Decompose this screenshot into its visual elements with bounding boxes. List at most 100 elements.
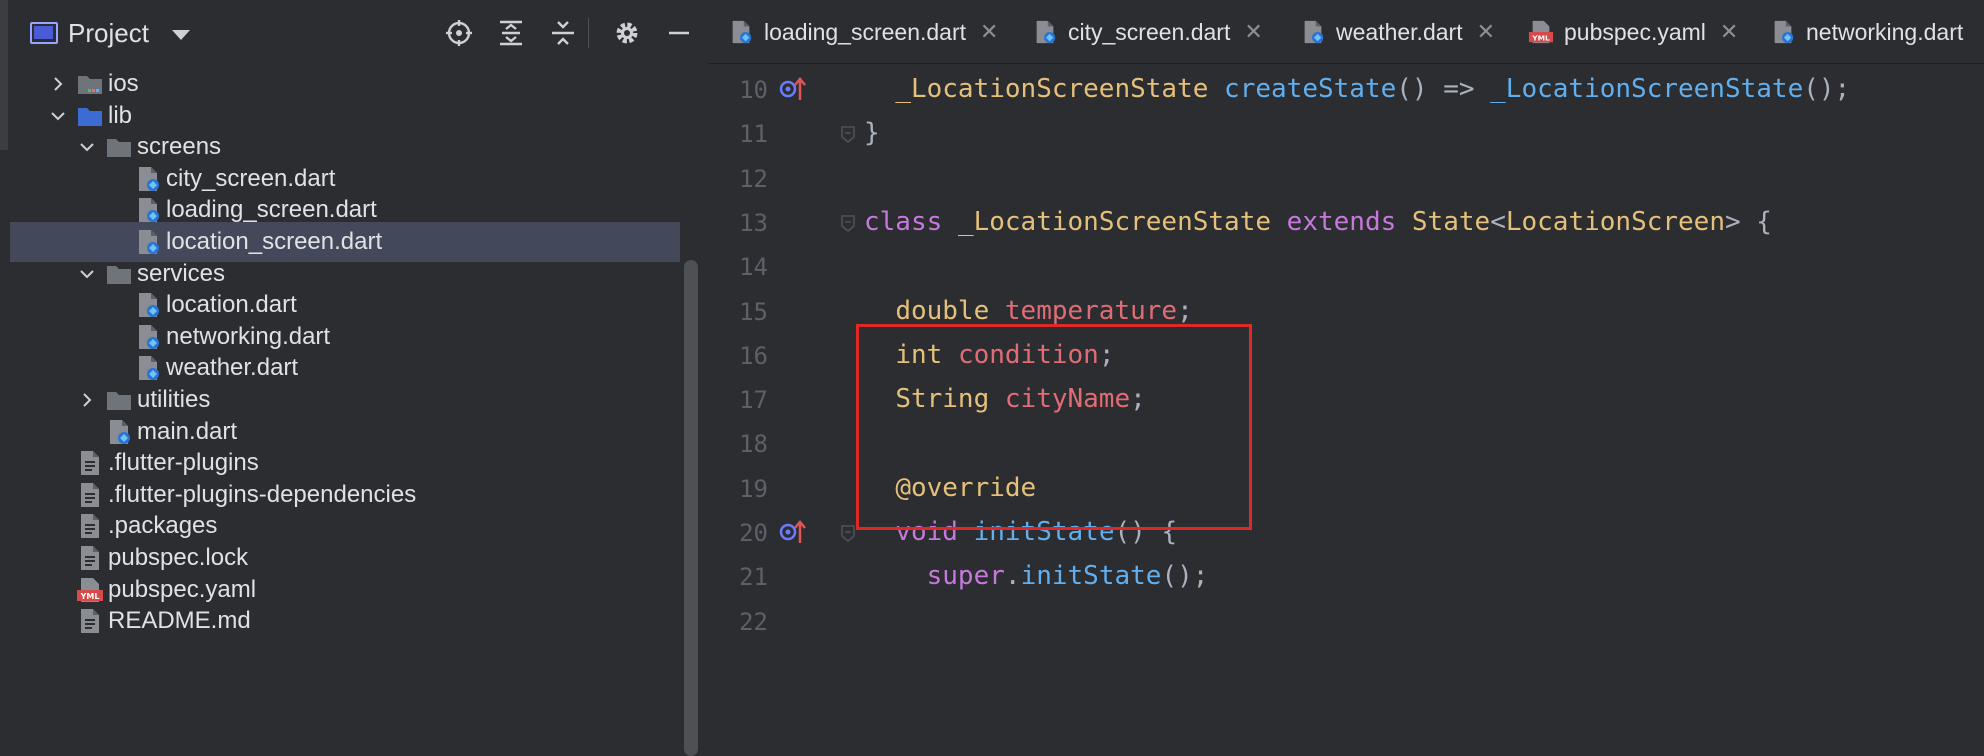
tree-item-label: main.dart — [137, 417, 238, 445]
text-file-icon — [76, 608, 104, 634]
tree-item-label: README.md — [108, 607, 251, 635]
code-line: double temperature; — [864, 295, 1192, 326]
editor-tab[interactable]: weather.dart ✕ — [1300, 0, 1495, 64]
svg-text:YML: YML — [80, 592, 100, 601]
fold-icon[interactable] — [840, 125, 856, 144]
expand-all-icon[interactable] — [494, 16, 528, 50]
code-token: } — [864, 118, 880, 149]
line-number: 10 — [739, 76, 768, 104]
code-line: class _LocationScreenState extends State… — [864, 207, 1772, 237]
line-number: 20 — [739, 519, 768, 547]
chevron-right-icon[interactable] — [79, 392, 95, 408]
tree-item-label: .flutter-plugins-dependencies — [108, 480, 417, 508]
code-token: () => — [1396, 74, 1491, 104]
dart-file-icon — [134, 355, 162, 381]
tab-label: networking.dart — [1806, 18, 1964, 45]
code-token: > { — [1725, 206, 1772, 237]
tree-item-label: .packages — [108, 512, 218, 540]
yaml-file-icon: YML — [76, 577, 104, 603]
tab-label: city_screen.dart — [1068, 18, 1231, 45]
override-marker-icon[interactable] — [778, 517, 808, 547]
tree-item-label: city_screen.dart — [166, 164, 336, 192]
editor-tab[interactable]: YML pubspec.yaml ✕ — [1528, 0, 1738, 64]
close-icon[interactable]: ✕ — [1720, 19, 1738, 45]
project-title[interactable]: Project — [68, 18, 149, 49]
dart-file-icon — [1032, 19, 1058, 45]
editor-gutter: 10 11 12 13 14 15 16 17 18 19 20 21 22 — [708, 64, 858, 756]
code-token: super — [926, 561, 1005, 592]
crosshair-icon[interactable] — [442, 16, 476, 50]
line-number: 21 — [739, 563, 768, 592]
chevron-right-icon[interactable] — [50, 76, 66, 92]
code-token: temperature — [1004, 295, 1178, 326]
override-marker-icon[interactable] — [778, 74, 808, 104]
code-token: extends — [1286, 206, 1397, 237]
code-token: createState — [1224, 74, 1397, 104]
tree-item-label: location_screen.dart — [166, 228, 383, 255]
minus-icon[interactable] — [662, 16, 696, 50]
code-token: LocationScreen — [1505, 206, 1725, 237]
dart-file-icon — [134, 197, 162, 223]
svg-text:YML: YML — [1531, 33, 1550, 42]
code-token: . — [1004, 561, 1021, 592]
text-file-icon — [76, 513, 104, 539]
tree-item-label: pubspec.lock — [108, 544, 249, 571]
line-number: 14 — [739, 253, 768, 282]
tree-item-label: .flutter-plugins — [108, 449, 259, 477]
editor-tab[interactable]: networking.dart — [1770, 0, 1963, 64]
chevron-down-icon[interactable] — [50, 108, 66, 124]
line-number: 22 — [739, 607, 768, 636]
ios-folder-icon — [76, 71, 104, 97]
code-token: initState — [1020, 561, 1162, 592]
project-tool-window: Project ios lib screens city_screen.dart loa… — [0, 0, 708, 756]
code-token: _LocationScreenState — [1490, 74, 1804, 104]
project-tree: ios lib screens city_screen.dart loading_scr… — [0, 66, 690, 756]
dart-file-icon — [134, 292, 162, 318]
chevron-down-icon[interactable] — [79, 139, 95, 155]
dart-file-icon — [134, 324, 162, 350]
tree-item-label: screens — [137, 133, 222, 161]
folder-icon — [105, 261, 133, 287]
tree-item-label: lib — [108, 101, 133, 129]
chevron-down-icon[interactable] — [172, 30, 190, 40]
editor-tab[interactable]: loading_screen.dart ✕ — [728, 0, 998, 64]
tree-item-label: networking.dart — [166, 322, 331, 350]
tab-label: pubspec.yaml — [1564, 18, 1706, 45]
dart-file-icon — [134, 166, 162, 192]
editor-tab[interactable]: city_screen.dart ✕ — [1032, 0, 1263, 64]
code-token: double — [895, 295, 990, 326]
toolbar-separator — [588, 18, 589, 48]
code-token: class — [864, 206, 943, 237]
tab-label: loading_screen.dart — [764, 18, 967, 45]
code-token: _LocationScreenState — [895, 74, 1209, 104]
dart-file-icon — [105, 419, 133, 445]
annotation-highlight-box — [856, 324, 1252, 530]
chevron-down-icon[interactable] — [79, 266, 95, 282]
code-token: (); — [1161, 561, 1209, 592]
text-file-icon — [76, 450, 104, 476]
code-token: < — [1490, 206, 1506, 237]
line-number: 11 — [739, 120, 768, 149]
close-icon[interactable]: ✕ — [980, 19, 998, 45]
text-file-icon — [76, 482, 104, 508]
dart-file-icon — [1300, 19, 1326, 45]
dart-file-icon — [1770, 19, 1796, 45]
code-line: super.initState(); — [864, 561, 1209, 592]
code-line: _LocationScreenState createState() => _L… — [864, 74, 1850, 104]
tree-item[interactable]: README.md — [10, 601, 680, 641]
tree-item-label: location.dart — [166, 291, 297, 319]
fold-icon[interactable] — [840, 524, 856, 543]
gear-icon[interactable] — [610, 16, 644, 50]
collapse-all-icon[interactable] — [546, 16, 580, 50]
code-token: (); — [1803, 74, 1851, 104]
close-icon[interactable]: ✕ — [1477, 19, 1495, 45]
fold-icon[interactable] — [840, 214, 856, 232]
tree-scrollbar[interactable] — [684, 260, 698, 756]
close-icon[interactable]: ✕ — [1244, 19, 1262, 45]
